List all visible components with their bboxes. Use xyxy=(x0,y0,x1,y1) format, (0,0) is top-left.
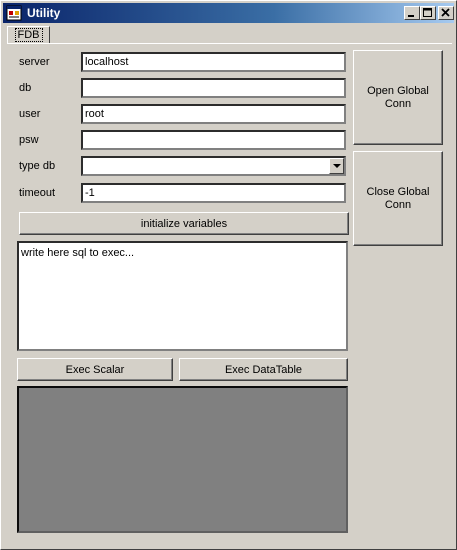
tab-fdb[interactable]: FDB xyxy=(7,26,50,44)
minimize-icon xyxy=(408,15,414,17)
exec-scalar-label: Exec Scalar xyxy=(65,363,125,376)
user-label: user xyxy=(19,108,41,120)
exec-datatable-button[interactable]: Exec DataTable xyxy=(179,358,348,381)
type-db-dropdown-button[interactable] xyxy=(329,158,344,174)
server-input[interactable]: localhost xyxy=(81,52,346,72)
maximize-button[interactable] xyxy=(420,6,436,20)
exec-datatable-label: Exec DataTable xyxy=(224,363,303,376)
exec-scalar-button[interactable]: Exec Scalar xyxy=(17,358,173,381)
close-button[interactable] xyxy=(438,6,454,20)
sql-textarea[interactable]: write here sql to exec... xyxy=(17,241,348,351)
app-window: Utility FDB server localhost db user roo… xyxy=(0,0,457,550)
psw-input[interactable] xyxy=(81,130,346,150)
user-input[interactable]: root xyxy=(81,104,346,124)
close-icon xyxy=(441,8,450,17)
db-input[interactable] xyxy=(81,78,346,98)
minimize-button[interactable] xyxy=(404,6,420,20)
initialize-variables-button[interactable]: initialize variables xyxy=(19,212,349,235)
initialize-variables-label: initialize variables xyxy=(140,217,228,230)
open-global-conn-button[interactable]: Open Global Conn xyxy=(353,50,443,145)
maximize-icon xyxy=(423,8,432,17)
type-db-label: type db xyxy=(19,160,56,172)
psw-label: psw xyxy=(19,134,39,146)
type-db-select[interactable] xyxy=(81,156,346,176)
timeout-label: timeout xyxy=(19,187,56,199)
db-label: db xyxy=(19,82,32,94)
result-grid[interactable] xyxy=(17,386,348,533)
timeout-input[interactable]: -1 xyxy=(81,183,346,203)
tab-fdb-label: FDB xyxy=(14,28,43,42)
title-bar[interactable]: Utility xyxy=(3,3,454,23)
chevron-down-icon xyxy=(333,164,341,168)
window-title: Utility xyxy=(27,6,61,20)
server-label: server xyxy=(19,56,50,68)
close-global-conn-label: Close Global Conn xyxy=(366,185,430,211)
open-global-conn-label: Open Global Conn xyxy=(367,84,429,110)
close-global-conn-button[interactable]: Close Global Conn xyxy=(353,151,443,246)
app-icon xyxy=(6,5,22,21)
